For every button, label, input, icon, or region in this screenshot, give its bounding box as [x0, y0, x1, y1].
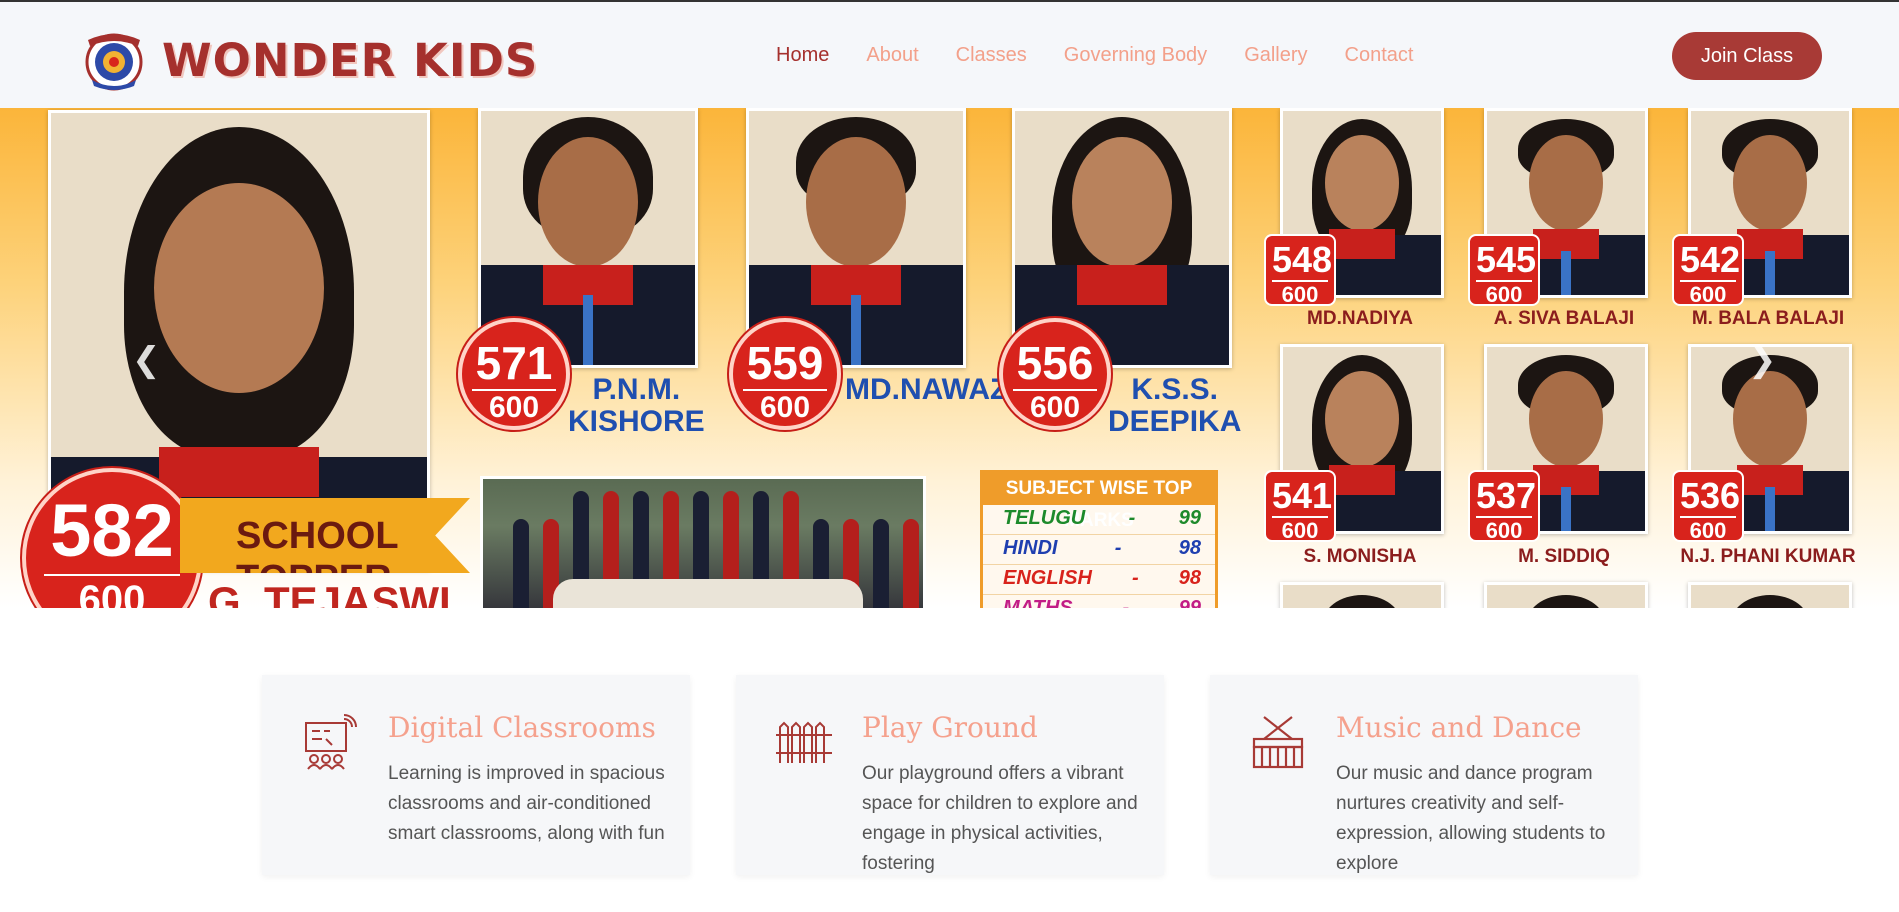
student-photo: [1280, 582, 1444, 608]
student-name: K.S.S. DEEPIKA: [1108, 373, 1242, 438]
student-score-badge: 537 600: [1468, 470, 1540, 542]
features-section: Digital Classrooms Learning is improved …: [262, 675, 1638, 875]
group-photo: [480, 476, 926, 608]
school-emblem-icon: [85, 33, 143, 91]
brand-name: WONDER KIDS: [162, 33, 539, 87]
student-score-badge: 542 600: [1672, 234, 1744, 306]
student-score-badge: 541 600: [1264, 470, 1336, 542]
feature-title: Play Ground: [862, 711, 1038, 744]
feature-card-digital-classrooms: Digital Classrooms Learning is improved …: [262, 675, 690, 875]
nav-gallery[interactable]: Gallery: [1244, 44, 1307, 67]
subject-marks-table: SUBJECT WISE TOP MARKS TELUGU - 99 HINDI…: [980, 470, 1218, 608]
student-name: P.N.M. KISHORE: [568, 373, 705, 438]
student-name: M. BALA BALAJI: [1691, 308, 1845, 329]
student-photo: [1688, 582, 1852, 608]
nav-about[interactable]: About: [866, 44, 918, 67]
drum-icon: [1252, 716, 1304, 769]
student-name: MD.NADIYA: [1307, 308, 1413, 329]
feature-text: Learning is improved in spacious classro…: [388, 763, 665, 844]
nav-contact[interactable]: Contact: [1345, 44, 1414, 67]
site-header: WONDER KIDS Home About Classes Governing…: [0, 2, 1899, 108]
topper-name: G. TEJASWI: [208, 578, 451, 608]
student-name: A. SIVA BALAJI: [1493, 308, 1635, 329]
nav-classes[interactable]: Classes: [956, 44, 1027, 67]
student-name: MD.NAWAZ: [845, 373, 1009, 406]
student-score-badge: 556 600: [999, 318, 1111, 430]
hero-carousel: 582 600 SCHOOL TOPPER G. TEJASWI 571 600…: [0, 108, 1899, 608]
fence-icon: [776, 721, 832, 763]
subject-row: HINDI - 98: [983, 535, 1215, 565]
student-score-badge: 548 600: [1264, 234, 1336, 306]
subject-marks-title: SUBJECT WISE TOP MARKS: [983, 473, 1215, 531]
carousel-prev-icon[interactable]: ❮: [132, 340, 161, 380]
student-name: S. MONISHA: [1303, 546, 1417, 567]
nav-governing-body[interactable]: Governing Body: [1064, 44, 1207, 67]
student-score-badge: 571 600: [458, 318, 570, 430]
feature-text: Our playground offers a vibrant space fo…: [862, 763, 1138, 874]
smart-classroom-icon: [305, 714, 357, 770]
subject-row: ENGLISH - 98: [983, 565, 1215, 595]
feature-card-music-and-dance: Music and Dance Our music and dance prog…: [1210, 675, 1638, 875]
feature-title: Music and Dance: [1336, 711, 1582, 744]
student-name: M. SIDDIQ: [1518, 546, 1610, 567]
feature-title: Digital Classrooms: [388, 711, 656, 744]
student-score-badge: 545 600: [1468, 234, 1540, 306]
nav-home[interactable]: Home: [776, 44, 829, 67]
feature-card-play-ground: Play Ground Our playground offers a vibr…: [736, 675, 1164, 875]
student-photo: [1484, 582, 1648, 608]
subject-row: MATHS - 99: [983, 595, 1215, 608]
school-topper-ribbon: SCHOOL TOPPER: [180, 498, 470, 573]
feature-text: Our music and dance program nurtures cre…: [1336, 763, 1606, 874]
student-name: N.J. PHANI KUMAR: [1680, 546, 1856, 567]
carousel-next-icon[interactable]: ❯: [1748, 340, 1777, 380]
student-score-badge: 536 600: [1672, 470, 1744, 542]
logo[interactable]: WONDER KIDS: [82, 28, 538, 92]
join-class-button[interactable]: Join Class: [1672, 32, 1822, 80]
main-nav: Home About Classes Governing Body Galler…: [776, 44, 1450, 67]
student-score-badge: 559 600: [729, 318, 841, 430]
